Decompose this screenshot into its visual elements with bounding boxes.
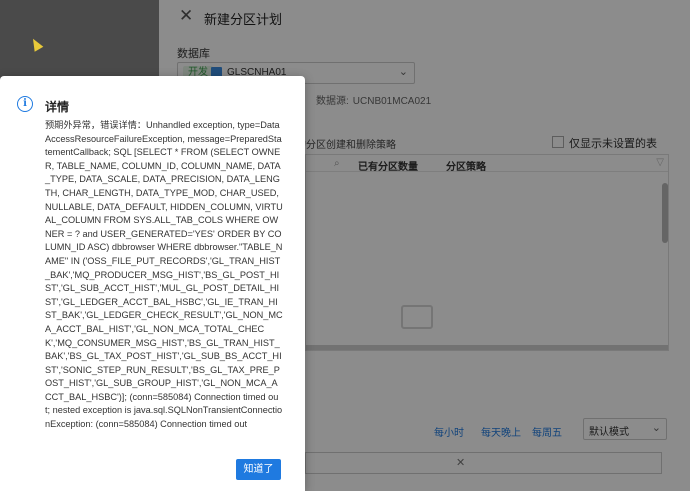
error-detail-modal: i 详情 预期外异常，错误详情：Unhandled exception, typ… xyxy=(0,76,305,491)
info-icon: i xyxy=(17,96,33,112)
ok-button[interactable]: 知道了 xyxy=(236,459,281,480)
modal-title: 详情 xyxy=(45,100,70,114)
error-message: 预期外异常，错误详情：Unhandled exception, type=Dat… xyxy=(45,120,283,430)
